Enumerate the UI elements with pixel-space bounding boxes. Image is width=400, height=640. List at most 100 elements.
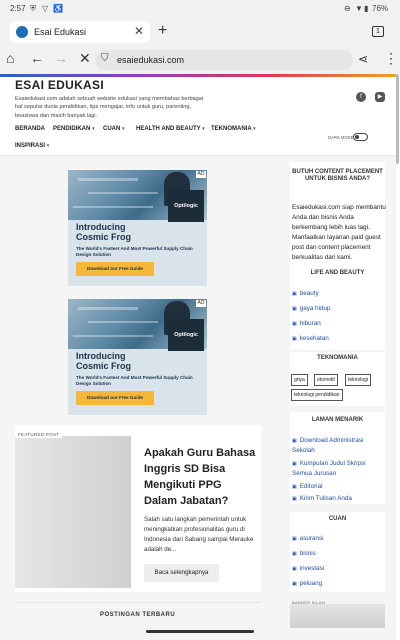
tag-griya[interactable]: griya: [291, 374, 308, 386]
read-more-button[interactable]: Baca selengkapnya: [144, 564, 219, 582]
bullet-icon: ▣: [292, 536, 297, 542]
notification-icon: ▽: [42, 4, 49, 13]
sidebar-link-editorial[interactable]: ▣ Editorial: [292, 482, 384, 492]
bullet-icon: ▣: [292, 484, 297, 490]
status-time: 2:57: [10, 4, 26, 13]
site-title[interactable]: ESAI EDUKASI: [15, 78, 104, 92]
banner-ad[interactable]: [290, 604, 385, 628]
tag-teknologi[interactable]: teknologi: [345, 374, 372, 386]
home-icon[interactable]: ⌂: [6, 50, 14, 66]
battery-icon: ▮: [364, 4, 369, 13]
widget-title: LAMAN MENARIK: [311, 417, 364, 423]
sidebar-link-kesehatan[interactable]: ▣ kesehatan: [292, 334, 384, 344]
featured-post-image[interactable]: [15, 436, 131, 588]
bullet-icon: ▣: [292, 438, 297, 444]
ad-headline: Introducing Cosmic Frog: [76, 222, 132, 242]
sidebar-link-download-administrasi[interactable]: ▣ Download Administrasi Sekolah: [292, 436, 384, 455]
section-divider: [15, 602, 261, 603]
tab-switcher-button[interactable]: 1: [372, 26, 384, 37]
tag-teknologi-pendidikan[interactable]: teknologi pendidikan: [291, 389, 343, 401]
advertisement-2[interactable]: Optilogic AD Introducing Cosmic Frog The …: [68, 299, 207, 415]
teknomania-widget: TEKNOMANIA griya otomotif teknologi tekn…: [290, 352, 385, 406]
facebook-icon[interactable]: f: [356, 92, 366, 102]
share-icon[interactable]: ⋖: [358, 52, 368, 66]
cuan-widget: CUAN ▣ asuransi ▣ bisnis ▣ investasi ▣ pelua…: [290, 512, 385, 592]
tag-otomotif[interactable]: otomotif: [314, 374, 338, 386]
menu-more-icon[interactable]: ⋮: [384, 50, 398, 67]
bullet-icon: ▣: [292, 321, 297, 327]
sidebar-link-investasi[interactable]: ▣ investasi: [292, 564, 384, 574]
bullet-icon: ▣: [292, 581, 297, 587]
sidebar-link-kumpulan-judul-skripsi[interactable]: ▣ Kumpulan Judul Skripsi Semua Jurusan: [292, 459, 384, 478]
battery-percent: 76%: [372, 4, 389, 13]
promo-text: Esaiedukasi.com siap membantu Anda dan b…: [292, 204, 386, 261]
address-bar[interactable]: ⛉ esaiedukasi.com: [95, 50, 353, 70]
close-tab-icon[interactable]: ✕: [134, 24, 144, 38]
widget-title: LIFE AND BEAUTY: [310, 270, 365, 276]
chevron-down-icon: ▾: [92, 126, 95, 132]
url-text[interactable]: esaiedukasi.com: [117, 55, 184, 65]
ad-subtext: The World's Fastest And Most Powerful Su…: [76, 375, 193, 386]
nav-beranda[interactable]: BERANDA: [15, 126, 45, 132]
widget-title: TEKNOMANIA: [317, 355, 358, 361]
sidebar-link-gaya-hidup[interactable]: ▣ gaya hidup: [292, 304, 384, 314]
back-arrow-icon[interactable]: ←: [30, 50, 44, 66]
sidebar-link-kirim-tulisan[interactable]: ▣ Kirim Tulisan Anda: [292, 494, 384, 504]
ad-logo: Optilogic: [168, 190, 204, 222]
featured-post-excerpt: Salah satu langkah pemerintah untuk meni…: [144, 516, 254, 553]
advertisement-1[interactable]: Optilogic AD Introducing Cosmic Frog The …: [68, 170, 207, 286]
youtube-icon[interactable]: ▶: [375, 92, 385, 102]
life-and-beauty-widget: LIFE AND BEAUTY ▣ beauty ▣ gaya hidup ▣ hib…: [290, 266, 385, 350]
ad-badge[interactable]: AD: [196, 300, 206, 307]
browser-toolbar: ⌂ ← → ✕ ⛉ esaiedukasi.com ⋖ ⋮: [0, 46, 400, 74]
sidebar-link-peluang[interactable]: ▣ peluang: [292, 579, 384, 589]
featured-post-title[interactable]: Apakah Guru Bahasa Inggris SD Bisa Mengi…: [144, 445, 256, 509]
site-description: Esaiedukasi.com adalah sebuah website ed…: [15, 96, 204, 119]
chevron-down-icon: ▾: [202, 126, 205, 132]
bullet-icon: ▣: [292, 291, 297, 297]
ad-badge[interactable]: AD: [196, 171, 206, 178]
bullet-icon: ▣: [292, 496, 297, 502]
bullet-icon: ▣: [292, 306, 297, 312]
chevron-down-icon: ▾: [253, 126, 256, 132]
sidebar-link-asuransi[interactable]: ▣ asuransi: [292, 534, 384, 544]
promo-title: BUTUH CONTENT PLACEMENT UNTUK BISNIS AND…: [292, 169, 383, 182]
tab-title: Esai Edukasi: [34, 27, 87, 37]
site-favicon-icon: [16, 26, 28, 38]
browser-tab[interactable]: Esai Edukasi ✕: [10, 21, 150, 43]
gesture-navigation-bar[interactable]: [146, 630, 254, 633]
dark-mode-toggle[interactable]: [353, 133, 368, 141]
forward-arrow-icon[interactable]: →: [54, 50, 68, 66]
new-tab-plus-icon[interactable]: +: [158, 22, 167, 40]
wifi-icon: ▼: [355, 4, 363, 13]
nav-pendidikan[interactable]: PENDIDIKAN ▾: [53, 126, 95, 132]
site-info-icon[interactable]: ⛉: [101, 53, 109, 64]
chevron-down-icon: ▾: [122, 126, 125, 132]
nav-health-and-beauty[interactable]: HEALTH AND BEAUTY ▾: [136, 126, 205, 132]
nav-inspirasi[interactable]: INSPIRASI ▾: [15, 143, 49, 149]
loading-progress-bar: [0, 74, 396, 77]
nav-teknomania[interactable]: TEKNOMANIA ▾: [211, 126, 256, 132]
recent-posts-heading: POSTINGAN TERBARU: [100, 612, 176, 618]
shield-notification-icon: ⛨: [30, 4, 36, 13]
promo-widget: BUTUH CONTENT PLACEMENT UNTUK BISNIS AND…: [290, 162, 386, 272]
bullet-icon: ▣: [292, 566, 297, 572]
featured-post-badge: FEATURED POST: [15, 431, 63, 438]
web-page: ESAI EDUKASI Esaiedukasi.com adalah sebu…: [0, 74, 400, 640]
do-not-disturb-icon: ⊖: [344, 4, 351, 13]
bullet-icon: ▣: [292, 461, 297, 467]
ad-cta-button[interactable]: Download our Free Guide: [76, 262, 154, 276]
nav-cuan[interactable]: CUAN ▾: [103, 126, 125, 132]
chevron-down-icon: ▾: [46, 143, 50, 149]
ad-headline: Introducing Cosmic Frog: [76, 351, 132, 371]
ad-subtext: The World's Fastest And Most Powerful Su…: [76, 246, 193, 257]
stop-loading-icon[interactable]: ✕: [79, 50, 91, 67]
sidebar-link-bisnis[interactable]: ▣ bisnis: [292, 549, 384, 559]
page-scrollbar[interactable]: [396, 74, 399, 164]
ad-cta-button[interactable]: Download our Free Guide: [76, 391, 154, 405]
sidebar-link-hiburan[interactable]: ▣ hiburan: [292, 319, 384, 329]
dark-mode-label: DARK MODE: [328, 135, 354, 140]
status-bar: 2:57 ⛨ ▽ ♿ ⊖ ▼ ▮ 76%: [0, 0, 400, 18]
accessibility-icon: ♿: [53, 4, 63, 13]
sidebar-link-beauty[interactable]: ▣ beauty: [292, 289, 384, 299]
